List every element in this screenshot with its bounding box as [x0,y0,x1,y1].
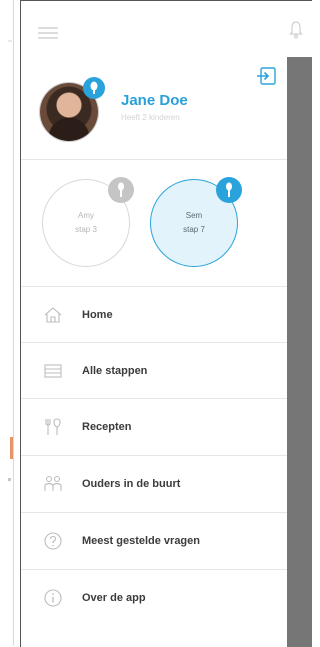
navigation-drawer: Jane Doe Heeft 2 kinderen Amy stap 3 Sem… [21,57,287,647]
background-line [8,40,12,42]
hamburger-menu-icon[interactable] [38,27,58,39]
parents-icon [44,475,62,491]
question-icon [44,532,62,550]
home-icon [44,307,62,323]
background-accent [10,437,13,459]
cutlery-icon [45,418,61,435]
user-name: Jane Doe [121,92,188,109]
menu-item-home[interactable]: Home [21,287,287,343]
menu-item-faq[interactable]: Meest gestelde vragen [21,513,287,569]
info-icon [44,589,62,607]
child-step: stap 3 [75,225,97,234]
child-name: Sem [185,211,203,220]
spoon-icon [216,177,242,203]
logout-icon[interactable] [256,67,276,85]
divider [21,159,287,160]
menu-label: Home [82,309,113,321]
menu-item-all-steps[interactable]: Alle stappen [21,343,287,399]
menu-label: Ouders in de buurt [82,478,181,490]
child-step: stap 7 [183,225,205,234]
menu-item-about[interactable]: Over de app [21,570,287,626]
menu-label: Recepten [82,421,132,433]
menu-item-recipes[interactable]: Recepten [21,399,287,455]
menu-label: Alle stappen [82,365,148,377]
list-icon [44,364,62,378]
phone-screen: Jane Doe Heeft 2 kinderen Amy stap 3 Sem… [20,0,312,647]
background-dot [8,478,11,481]
previous-screen-edge [0,0,14,646]
user-subtitle: Heeft 2 kinderen [121,113,180,122]
drawer-overlay[interactable] [287,57,312,647]
menu-item-parents-nearby[interactable]: Ouders in de buurt [21,456,287,512]
menu-label: Meest gestelde vragen [82,535,200,547]
spoon-icon [108,177,134,203]
menu-label: Over de app [82,592,146,604]
bell-icon[interactable] [289,21,303,39]
pacifier-icon [83,77,105,99]
top-bar [21,1,312,57]
child-name: Amy [78,211,94,220]
